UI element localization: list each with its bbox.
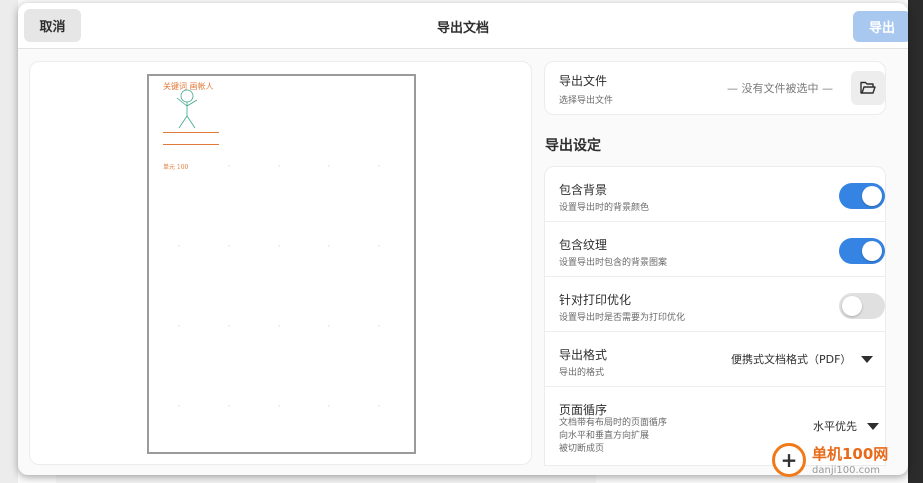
setting-title: 导出格式: [559, 348, 608, 362]
export-format-value: 便携式文档格式（PDF）: [731, 353, 852, 366]
setting-title: 针对打印优化: [559, 293, 632, 307]
print-optimize-toggle[interactable]: [839, 293, 885, 319]
app-right-strip: [908, 0, 923, 483]
app-left-strip: [0, 0, 18, 483]
include-background-toggle[interactable]: [839, 183, 885, 209]
setting-title: 包含纹理: [559, 238, 608, 252]
setting-subtitle-line: 向水平和垂直方向扩展: [559, 431, 650, 441]
folder-open-icon: [860, 81, 876, 94]
setting-subtitle: 导出的格式: [559, 368, 605, 378]
setting-include-texture: 包含纹理 设置导出时包含的背景图案: [545, 222, 885, 277]
setting-subtitle: 设置导出时是否需要为打印优化: [559, 313, 686, 323]
dialog-header: 取消 导出文档 导出: [18, 3, 908, 49]
setting-title: 包含背景: [559, 183, 608, 197]
include-texture-toggle[interactable]: [839, 238, 885, 264]
setting-title: 页面循序: [559, 403, 608, 417]
choose-file-button[interactable]: [851, 71, 885, 105]
setting-subtitle-line: 文档带有布局时的页面循序: [559, 418, 668, 428]
setting-include-background: 包含背景 设置导出时的背景颜色: [545, 167, 885, 222]
export-file-subtitle: 选择导出文件: [559, 96, 614, 106]
watermark-logo-icon: +: [772, 443, 806, 477]
export-button[interactable]: 导出: [853, 11, 908, 42]
preview-panel: 关键词 画帐人 单元 100: [29, 61, 532, 465]
export-dialog: 取消 导出文档 导出 关键词 画帐人 单元 100 导出文件 选择导出文件 — …: [18, 3, 908, 475]
settings-list: 包含背景 设置导出时的背景颜色 包含纹理 设置导出时包含的背景图案 针对打印优化…: [544, 166, 886, 466]
chevron-down-icon: [867, 422, 879, 430]
setting-print-optimize: 针对打印优化 设置导出时是否需要为打印优化: [545, 277, 885, 332]
page-order-value: 水平优先: [813, 420, 857, 433]
watermark-url: danji100.com: [812, 465, 880, 476]
page-preview: 关键词 画帐人 单元 100: [147, 74, 416, 454]
cancel-button[interactable]: 取消: [24, 9, 81, 42]
chevron-down-icon: [861, 355, 874, 363]
site-watermark: + 单机100网 danji100.com: [772, 441, 922, 483]
setting-subtitle: 设置导出时的背景颜色: [559, 203, 650, 213]
settings-section-title: 导出设定: [545, 138, 601, 154]
page-order-dropdown[interactable]: 水平优先: [813, 418, 879, 434]
watermark-name: 单机100网: [812, 445, 889, 463]
export-file-row: 导出文件 选择导出文件 — 没有文件被选中 —: [544, 61, 886, 115]
setting-subtitle-line: 被切断成页: [559, 444, 605, 454]
dialog-title: 导出文档: [436, 20, 489, 36]
setting-export-format: 导出格式 导出的格式 便携式文档格式（PDF）: [545, 332, 885, 387]
export-file-title: 导出文件: [559, 74, 608, 88]
export-file-value: — 没有文件被选中 —: [727, 82, 833, 95]
export-format-dropdown[interactable]: 便携式文档格式（PDF）: [731, 351, 874, 367]
setting-subtitle: 设置导出时包含的背景图案: [559, 258, 668, 268]
dot-grid-texture: [178, 165, 380, 407]
